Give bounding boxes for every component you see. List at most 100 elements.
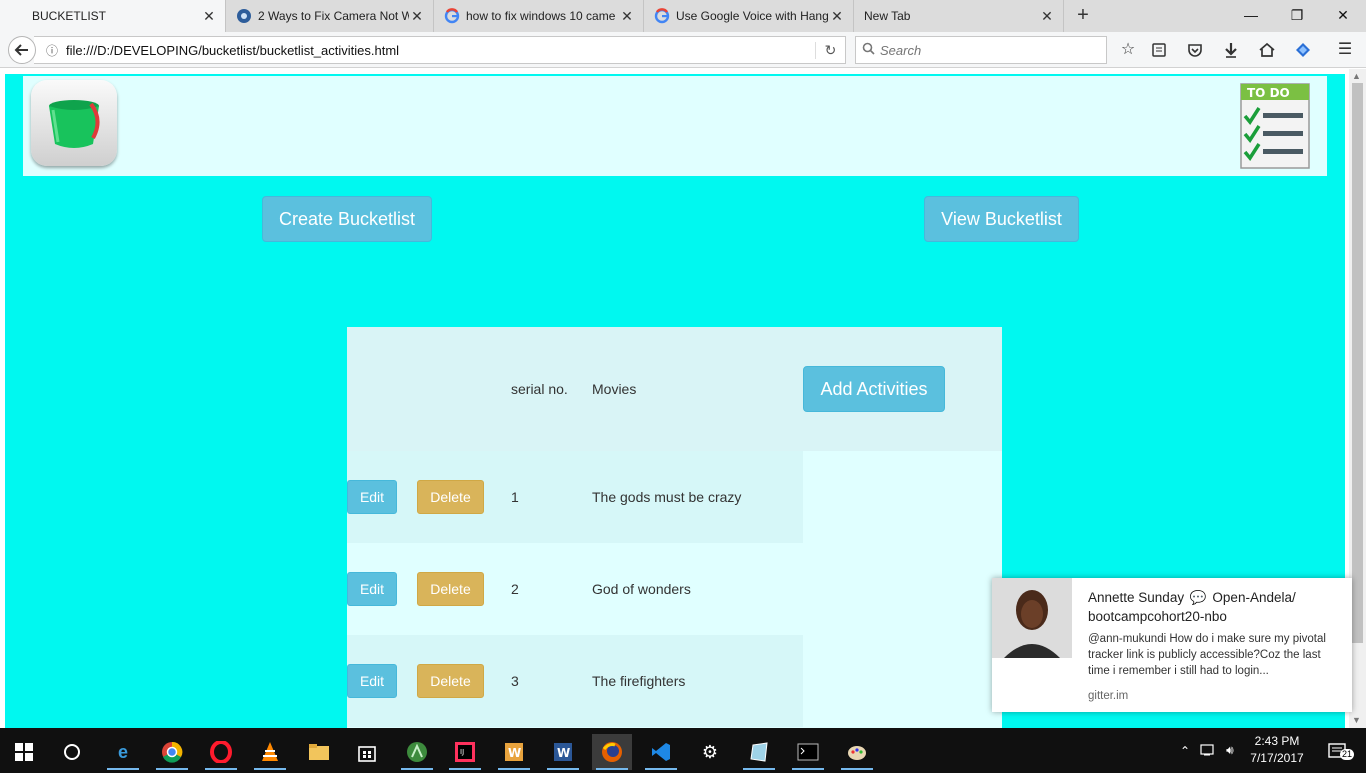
tab-bucketlist[interactable]: BUCKETLIST ✕	[0, 0, 226, 32]
view-bucketlist-button[interactable]: View Bucketlist	[924, 196, 1079, 242]
scroll-up-arrow-icon[interactable]: ▲	[1352, 71, 1361, 81]
gitter-notification[interactable]: Annette Sunday 💬 Open-Andela/ bootcampco…	[992, 578, 1352, 712]
delete-button[interactable]: Delete	[417, 572, 484, 606]
delete-button[interactable]: Delete	[417, 480, 484, 514]
tab-title: Use Google Voice with Hang	[676, 9, 829, 23]
word-icon[interactable]: W	[543, 734, 583, 770]
page-icon	[10, 8, 26, 24]
tab-title: New Tab	[864, 9, 911, 23]
chrome-icon[interactable]	[152, 734, 192, 770]
edit-button[interactable]: Edit	[347, 664, 397, 698]
tab-new-tab[interactable]: New Tab ✕	[854, 0, 1064, 32]
download-icon[interactable]	[1219, 38, 1243, 62]
vlc-icon[interactable]	[250, 734, 290, 770]
reader-list-icon[interactable]	[1147, 38, 1171, 62]
serial-cell: 1	[511, 489, 519, 505]
windows-start-icon[interactable]	[4, 734, 44, 770]
tab-google-voice[interactable]: Use Google Voice with Hang ✕	[644, 0, 854, 32]
todo-logo-text: TO DO	[1247, 86, 1290, 100]
reload-icon[interactable]: ↻	[815, 41, 845, 59]
windows-taskbar: e IJ W W ⚙ ⌃ 🔊︎ 2:43 PM 7/17/2017 21	[0, 728, 1366, 773]
back-arrow-icon	[14, 44, 28, 56]
site-icon	[236, 8, 252, 24]
tab-windows-camera[interactable]: how to fix windows 10 came ✕	[434, 0, 644, 32]
edit-button[interactable]: Edit	[347, 480, 397, 514]
menu-hamburger-icon[interactable]: ☰	[1333, 38, 1357, 62]
bookmark-star-icon[interactable]: ☆	[1116, 38, 1140, 62]
edge-icon[interactable]: e	[103, 734, 143, 770]
close-tab-icon[interactable]: ✕	[619, 8, 635, 25]
new-tab-button[interactable]: +	[1072, 4, 1094, 28]
restore-button[interactable]: ❐	[1274, 0, 1320, 32]
table-row: Edit Delete 2 God of wonders	[347, 543, 803, 635]
file-explorer-icon[interactable]	[299, 734, 339, 770]
serial-cell: 3	[511, 673, 519, 689]
notification-message: @ann-mukundi How do i make sure my pivot…	[1088, 633, 1326, 677]
clock-date: 7/17/2017	[1250, 751, 1304, 765]
browser-nav-bar: ⓘ file:///D:/DEVELOPING/bucketlist/bucke…	[0, 32, 1366, 68]
tray-chevron-up-icon[interactable]: ⌃	[1180, 744, 1190, 758]
settings-gear-icon[interactable]: ⚙	[690, 734, 730, 770]
movie-cell: The firefighters	[592, 673, 686, 689]
close-window-button[interactable]: ✕	[1320, 0, 1366, 32]
activities-table: serial no. Movies Add Activities Edit De…	[347, 327, 1002, 728]
minimize-button[interactable]: —	[1228, 0, 1274, 32]
serial-cell: 2	[511, 581, 519, 597]
close-tab-icon[interactable]: ✕	[201, 8, 217, 25]
close-tab-icon[interactable]: ✕	[409, 8, 425, 25]
tab-camera-fix[interactable]: 2 Ways to Fix Camera Not W ✕	[226, 0, 434, 32]
scrollbar-thumb[interactable]	[1352, 83, 1363, 643]
info-icon[interactable]: ⓘ	[38, 42, 66, 59]
close-tab-icon[interactable]: ✕	[829, 8, 845, 25]
back-button[interactable]	[8, 36, 36, 64]
tab-title: BUCKETLIST	[32, 9, 107, 23]
system-tray: ⌃ 🔊︎	[1180, 728, 1234, 773]
pocket-icon[interactable]	[1183, 38, 1207, 62]
search-input[interactable]	[880, 42, 1080, 58]
address-bar[interactable]: ⓘ file:///D:/DEVELOPING/bucketlist/bucke…	[34, 36, 846, 64]
tab-title: 2 Ways to Fix Camera Not W	[258, 9, 409, 23]
store-icon[interactable]	[347, 734, 387, 770]
opera-icon[interactable]	[201, 734, 241, 770]
serial-column-header: serial no.	[511, 381, 568, 397]
avatar	[992, 578, 1072, 658]
google-icon	[654, 8, 670, 24]
paper-tool-icon[interactable]	[739, 734, 779, 770]
delete-button[interactable]: Delete	[417, 664, 484, 698]
table-row: Edit Delete 1 The gods must be crazy	[347, 451, 803, 543]
movies-column-header: Movies	[592, 381, 637, 397]
intellij-icon[interactable]: IJ	[445, 734, 485, 770]
browser-tab-bar: BUCKETLIST ✕ 2 Ways to Fix Camera Not W …	[0, 0, 1366, 32]
edit-button[interactable]: Edit	[347, 572, 397, 606]
svg-text:IJ: IJ	[460, 748, 464, 756]
scroll-down-arrow-icon[interactable]: ▼	[1352, 715, 1361, 725]
chat-bubble-icon: 💬	[1189, 590, 1207, 605]
clock-time: 2:43 PM	[1254, 734, 1300, 748]
create-bucketlist-button[interactable]: Create Bucketlist	[262, 196, 432, 242]
todo-list-icon: TO DO	[1239, 82, 1311, 170]
network-icon[interactable]	[1200, 742, 1216, 759]
extension-icon[interactable]	[1291, 38, 1315, 62]
add-activities-button[interactable]: Add Activities	[803, 366, 945, 412]
paint-icon[interactable]	[837, 734, 877, 770]
android-studio-icon[interactable]	[397, 734, 437, 770]
movie-cell: The gods must be crazy	[592, 489, 742, 505]
volume-icon[interactable]: 🔊︎	[1226, 743, 1234, 758]
close-tab-icon[interactable]: ✕	[1039, 8, 1055, 25]
bucket-logo-icon	[31, 80, 117, 166]
cortana-icon[interactable]	[52, 734, 92, 770]
action-center-icon[interactable]: 21	[1318, 734, 1358, 770]
table-header: serial no. Movies Add Activities	[347, 327, 1002, 451]
home-icon[interactable]	[1255, 38, 1279, 62]
url-text[interactable]: file:///D:/DEVELOPING/bucketlist/bucketl…	[66, 43, 815, 58]
word-orange-icon[interactable]: W	[494, 734, 534, 770]
vscode-icon[interactable]	[641, 734, 681, 770]
search-bar[interactable]	[855, 36, 1107, 64]
terminal-icon[interactable]	[788, 734, 828, 770]
tab-title: how to fix windows 10 came	[466, 9, 616, 23]
taskbar-clock[interactable]: 2:43 PM 7/17/2017	[1240, 733, 1314, 767]
firefox-icon[interactable]	[592, 734, 632, 770]
notification-sender: Annette Sunday	[1088, 590, 1185, 605]
notification-title: Annette Sunday 💬 Open-Andela/ bootcampco…	[1088, 588, 1338, 626]
table-row: Edit Delete 3 The firefighters	[347, 635, 803, 727]
